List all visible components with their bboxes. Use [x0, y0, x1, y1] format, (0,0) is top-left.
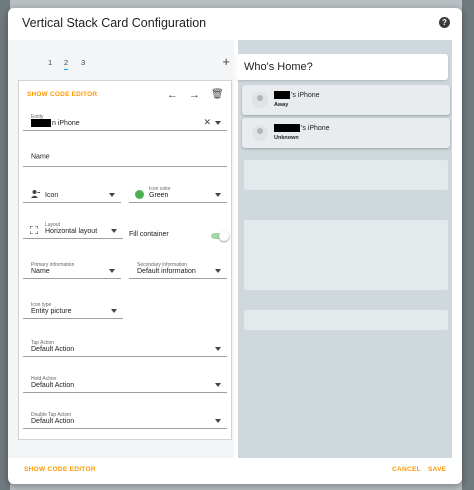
card-editor-panel: SHOW CODE EDITOR ← → 🗑 Entity n iPhone ✕… — [18, 80, 232, 440]
person-card[interactable]: 's iPhone Unknown — [242, 118, 450, 148]
chevron-down-icon[interactable] — [215, 269, 221, 273]
save-button[interactable]: SAVE — [428, 466, 446, 473]
chevron-down-icon[interactable] — [215, 383, 221, 387]
chevron-down-icon[interactable] — [111, 229, 117, 233]
primary-information-value: Name — [31, 268, 50, 275]
redacted-block — [31, 119, 51, 127]
layout-value: Horizontal layout — [45, 228, 98, 235]
name-field[interactable]: Name — [23, 147, 227, 167]
person-name: 's iPhone — [274, 91, 320, 99]
primary-information-select[interactable]: Primary information Name — [23, 259, 121, 279]
background-card — [244, 310, 448, 330]
layout-select[interactable]: Layout Horizontal layout — [23, 219, 123, 239]
secondary-information-value: Default information — [137, 268, 196, 275]
arrow-left-icon[interactable]: ← — [167, 89, 178, 101]
icon-value: Icon — [45, 192, 59, 199]
footer-show-code-editor-button[interactable]: SHOW CODE EDITOR — [24, 466, 96, 473]
fullscreen-icon — [30, 226, 38, 234]
background-card — [244, 220, 448, 290]
editor-pane: 1 2 3 + SHOW CODE EDITOR ← → 🗑 Entity n … — [8, 40, 234, 458]
icon-color-select[interactable]: Icon color Green — [129, 183, 227, 203]
person-avatar-icon — [252, 125, 268, 141]
dialog-header: Vertical Stack Card Configuration ? — [8, 8, 462, 38]
chevron-down-icon[interactable] — [215, 121, 221, 125]
double-tap-action-value: Default Action — [31, 418, 75, 425]
double-tap-action-select[interactable]: Double Tap Action Default Action — [23, 409, 227, 429]
person-name: 's iPhone — [274, 124, 330, 132]
account-icon — [31, 190, 40, 198]
fill-container-switch[interactable] — [211, 231, 229, 241]
icon-type-select[interactable]: Icon type Entity picture — [23, 299, 123, 319]
person-card[interactable]: 's iPhone Away — [242, 85, 450, 115]
chevron-down-icon[interactable] — [109, 269, 115, 273]
secondary-information-select[interactable]: Secondary information Default informatio… — [129, 259, 227, 279]
entity-picker[interactable]: Entity n iPhone ✕ — [23, 111, 227, 131]
tab-card-2[interactable]: 2 — [64, 58, 69, 70]
chevron-down-icon[interactable] — [215, 347, 221, 351]
icon-color-value: Green — [149, 192, 169, 199]
cancel-button[interactable]: CANCEL — [392, 466, 421, 473]
chevron-down-icon[interactable] — [111, 309, 117, 313]
chevron-down-icon[interactable] — [109, 193, 115, 197]
redacted-block — [274, 124, 300, 132]
add-card-icon[interactable]: + — [222, 54, 230, 69]
name-placeholder: Name — [31, 153, 50, 160]
tab-card-3[interactable]: 3 — [81, 58, 85, 67]
show-code-editor-button[interactable]: SHOW CODE EDITOR — [27, 91, 97, 98]
whos-home-title: Who's Home? — [244, 61, 313, 73]
color-swatch — [135, 190, 144, 199]
hold-action-select[interactable]: Hold Action Default Action — [23, 373, 227, 393]
redacted-block — [274, 91, 290, 99]
entity-value: n iPhone — [31, 119, 80, 127]
question-circle-icon[interactable]: ? — [439, 17, 450, 28]
fill-container-label: Fill container — [129, 231, 169, 238]
clear-icon[interactable]: ✕ — [203, 117, 211, 128]
tap-action-value: Default Action — [31, 346, 75, 353]
tab-card-1[interactable]: 1 — [48, 58, 52, 67]
icon-picker[interactable]: Icon — [23, 183, 121, 203]
whos-home-card-header: Who's Home? — [236, 54, 448, 80]
chevron-down-icon[interactable] — [215, 193, 221, 197]
person-avatar-icon — [252, 92, 268, 108]
person-state: Unknown — [274, 135, 299, 141]
arrow-right-icon[interactable]: → — [189, 89, 200, 101]
person-state: Away — [274, 102, 289, 108]
background-right-strip — [462, 0, 474, 490]
delete-icon[interactable]: 🗑 — [211, 89, 224, 100]
dialog-title: Vertical Stack Card Configuration — [22, 16, 207, 30]
background-card — [244, 160, 448, 190]
icon-type-value: Entity picture — [31, 308, 72, 315]
hold-action-value: Default Action — [31, 382, 75, 389]
stack-tabs: 1 2 3 + — [8, 54, 234, 76]
switch-knob — [219, 231, 229, 241]
chevron-down-icon[interactable] — [215, 419, 221, 423]
tap-action-select[interactable]: Tap Action Default Action — [23, 337, 227, 357]
dialog-footer: SHOW CODE EDITOR CANCEL SAVE — [8, 454, 462, 484]
